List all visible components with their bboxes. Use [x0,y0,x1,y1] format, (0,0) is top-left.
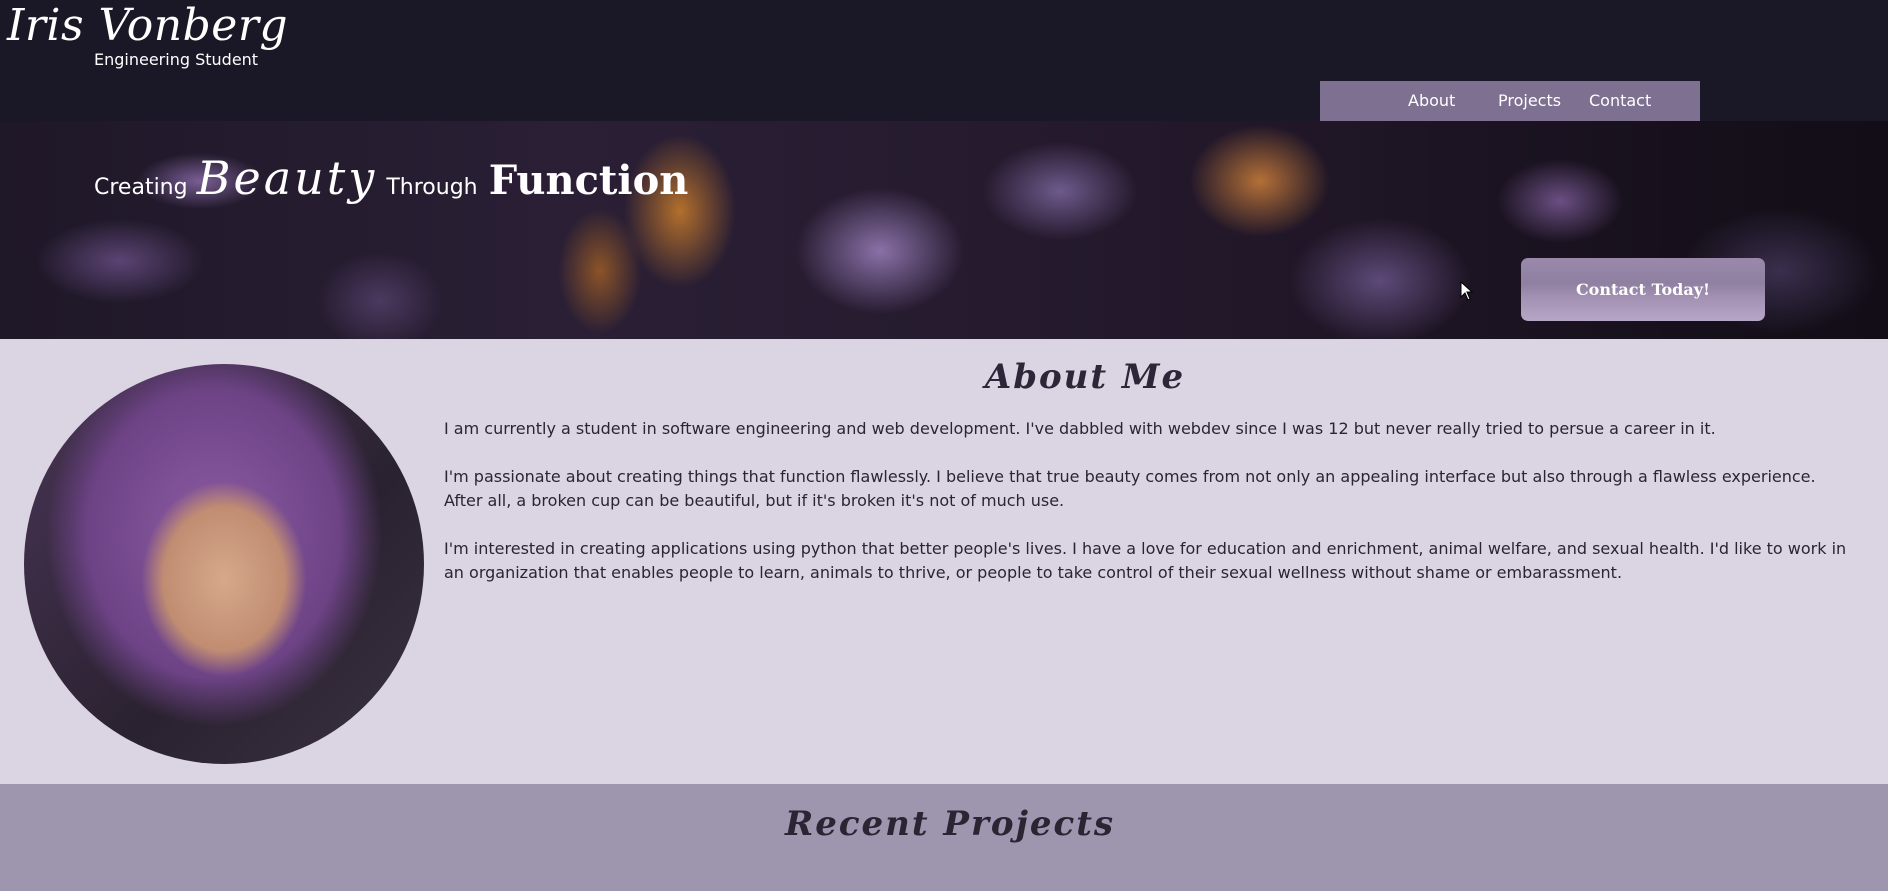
hero-tagline: Creating Beauty Through Function [94,151,688,205]
about-text: I am currently a student in software eng… [444,417,1854,609]
about-paragraph-3: I'm interested in creating applications … [444,539,1847,582]
projects-heading: Recent Projects [784,804,1116,844]
site-header: Iris Vonberg Engineering Student About P… [0,0,1888,121]
site-title[interactable]: Iris Vonberg [7,0,288,51]
hero-banner: Creating Beauty Through Function Contact… [0,121,1888,339]
nav-item-about[interactable]: About [1408,91,1455,110]
tagline-word-creating: Creating [94,175,188,200]
contact-today-button[interactable]: Contact Today! [1521,258,1765,321]
about-heading: About Me [984,357,1186,397]
nav-item-contact[interactable]: Contact [1589,91,1651,110]
nav-item-projects[interactable]: Projects [1498,91,1561,110]
about-paragraph-1: I am currently a student in software eng… [444,419,1716,438]
about-paragraph-2: I'm passionate about creating things tha… [444,467,1816,510]
tagline-word-beauty: Beauty [196,151,378,205]
mouse-pointer-icon [1460,281,1474,301]
profile-photo [24,364,424,764]
tagline-word-function: Function [488,157,689,204]
main-nav: About Projects Contact [1320,81,1700,121]
site-subtitle: Engineering Student [94,50,259,69]
projects-section: Recent Projects [0,784,1888,891]
about-section: About Me I am currently a student in sof… [0,339,1888,784]
tagline-word-through: Through [386,175,478,200]
